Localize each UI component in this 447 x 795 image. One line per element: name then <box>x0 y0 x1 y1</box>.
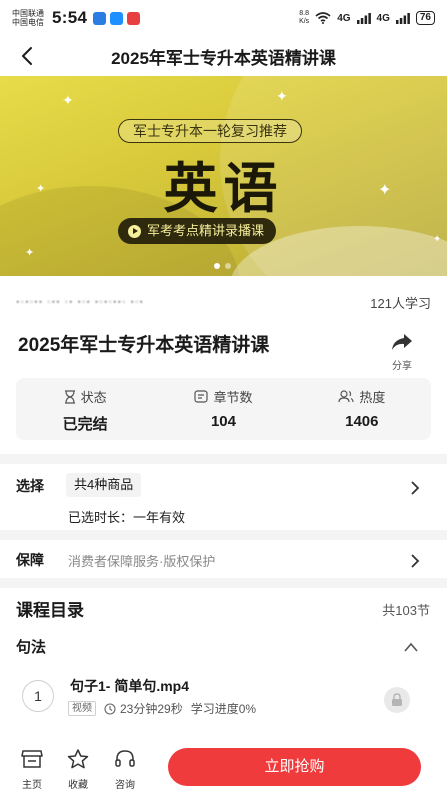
stat-value: 1406 <box>345 413 379 430</box>
carrier-1: 中国联通 <box>12 9 44 18</box>
message-notification-icon <box>110 11 124 25</box>
headset-icon <box>115 750 135 767</box>
stat-label: 热度 <box>359 390 386 405</box>
sparkle-icon: ✦ <box>25 247 35 259</box>
lesson-type-tag: 视频 <box>68 701 96 716</box>
banner-subtitle-text: 军考考点精讲录播课 <box>147 223 265 238</box>
course-meta: ▪▫▪▫▪▪ ▫▪▪ ▫▪ ▪▫▪ ▪▫▪▫▪▪▫ ▪▫▪ 121人学习 <box>16 294 431 311</box>
carrier-2: 中国电信 <box>12 18 44 27</box>
chevron-right-icon <box>411 554 420 568</box>
carousel-dot-active <box>214 263 220 269</box>
select-label: 选择 <box>16 478 44 494</box>
tab-label: 收藏 <box>68 780 88 791</box>
hourglass-icon <box>64 389 75 404</box>
guarantee-label: 保障 <box>16 552 44 568</box>
lesson-number: 1 <box>22 680 54 712</box>
clock: 5:54 <box>52 8 88 27</box>
nav-bar: 2025年军士专升本英语精讲课 <box>0 36 447 76</box>
sparkle-icon: ✦ <box>62 92 74 108</box>
chevron-up-icon <box>404 642 418 652</box>
sparkle-icon: ✦ <box>433 234 442 245</box>
page-title: 2025年军士专升本英语精讲课 <box>111 48 336 68</box>
banner-subtitle: 军考考点精讲录播课 <box>118 218 277 244</box>
lesson-name: 句子1- 简单句.mp4 <box>70 678 190 694</box>
bottom-action-bar: 主页 收藏 咨询 立即抢购 <box>0 733 447 795</box>
store-icon <box>21 750 43 768</box>
lock-icon <box>392 693 402 706</box>
lesson-duration-text: 23分钟29秒 <box>120 702 183 716</box>
lesson-progress: 学习进度0% <box>190 702 257 716</box>
tab-consult[interactable]: 咨询 <box>109 749 141 791</box>
tab-label: 咨询 <box>115 780 135 791</box>
lesson-item[interactable]: 1 句子1- 简单句.mp4 视频 23分钟29秒 学习进度0% <box>0 670 447 725</box>
net-speed-unit: K/s <box>299 18 310 25</box>
stat-chapters: 章节数 104 <box>154 378 292 440</box>
share-arrow-icon <box>392 334 412 350</box>
notification-icons <box>93 11 141 25</box>
battery-level: 76 <box>415 11 435 25</box>
signal-bars-icon <box>356 12 371 24</box>
users-icon <box>338 390 354 403</box>
signal-bars-icon <box>395 12 410 24</box>
chevron-right-icon <box>411 481 420 495</box>
signal-2-label: 4G <box>376 12 390 24</box>
selected-duration: 已选时长：一年有效 <box>68 510 186 525</box>
clock-icon <box>104 702 116 715</box>
tab-favorite[interactable]: 收藏 <box>62 749 94 791</box>
chat-list-icon <box>194 390 209 403</box>
stat-popularity: 热度 1406 <box>293 378 431 440</box>
status-bar: 中国联通 中国电信 5:54 8.8 K/s 4G 4G 76 <box>0 0 447 36</box>
net-speed-value: 8.8 <box>299 10 309 17</box>
carousel-dot <box>225 263 231 269</box>
lesson-count: 共103节 <box>382 603 430 618</box>
section-divider <box>0 454 447 464</box>
tab-home[interactable]: 主页 <box>16 749 48 791</box>
app-notification-icon <box>93 11 107 25</box>
stat-label: 状态 <box>80 390 107 405</box>
lesson-duration: 23分钟29秒 <box>104 700 183 717</box>
section-divider <box>0 578 447 588</box>
wifi-icon <box>315 12 331 24</box>
signal-1-label: 4G <box>337 12 351 24</box>
blurred-text: ▪▫▪▫▪▪ ▫▪▪ ▫▪ ▪▫▪ ▪▫▪▫▪▪▫ ▪▫▪ <box>16 296 144 308</box>
share-button[interactable]: 分享 <box>386 332 418 372</box>
share-label: 分享 <box>392 361 412 372</box>
app-notification-icon <box>127 11 141 25</box>
course-banner[interactable]: ✦ ✦ ✦ ✦ ✦ ✦ 军士专升本一轮复习推荐 英语 军考考点精讲录播课 <box>0 76 447 276</box>
network-speed: 8.8 K/s <box>299 10 309 26</box>
section-divider <box>0 530 447 540</box>
stat-value: 104 <box>210 413 236 430</box>
lesson-meta: 视频 23分钟29秒 学习进度0% <box>68 700 256 717</box>
catalog-title: 课程目录 <box>16 601 84 620</box>
course-title: 2025年军士专升本英语精讲课 <box>18 335 270 356</box>
lock-badge <box>384 687 410 713</box>
star-icon <box>67 749 89 769</box>
tab-label: 主页 <box>22 780 42 791</box>
buy-now-button[interactable]: 立即抢购 <box>168 748 421 786</box>
stat-label: 章节数 <box>213 390 253 405</box>
banner-tagline: 军士专升本一轮复习推荐 <box>118 119 302 143</box>
play-icon <box>128 224 141 238</box>
stat-status: 状态 已完结 <box>16 378 154 440</box>
stats-card: 状态 已完结 章节数 104 热度 1406 <box>16 378 431 440</box>
sparkle-icon: ✦ <box>276 88 288 104</box>
guarantee-text: 消费者保障服务·版权保护 <box>68 554 216 569</box>
back-arrow-icon[interactable] <box>16 44 40 68</box>
carousel-indicator <box>214 263 231 269</box>
learner-count: 121人学习 <box>370 295 431 311</box>
banner-subject: 英语 <box>163 156 284 220</box>
carrier-names: 中国联通 中国电信 <box>12 9 50 27</box>
chapter-title: 句法 <box>16 639 47 656</box>
status-right: 8.8 K/s 4G 4G 76 <box>299 10 435 26</box>
stat-value: 已完结 <box>62 416 108 433</box>
product-count-chip: 共4种商品 <box>66 473 142 497</box>
